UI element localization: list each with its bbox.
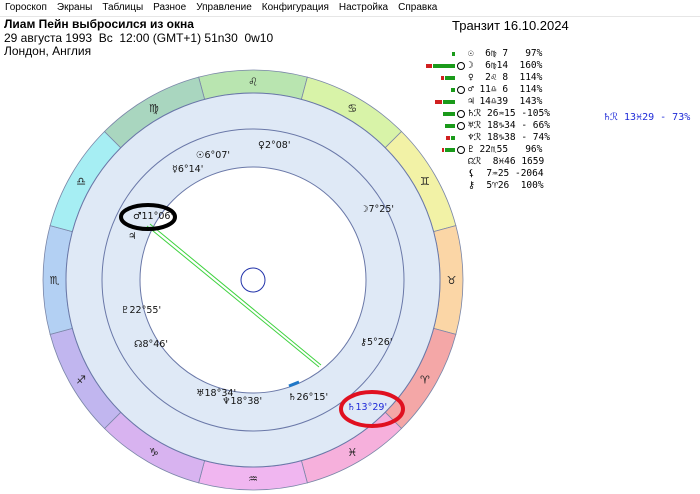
zodiac-sign-icon: ♒ [248,473,258,486]
zodiac-sign-icon: ♌ [248,76,258,89]
zodiac-sign-icon: ♍ [149,102,159,115]
transit-saturn-label: ♄13°29' [347,402,387,413]
zodiac-sign-icon: ♎ [76,175,86,188]
jupiter-mark: ♃ [128,231,137,242]
center-circle [240,267,266,293]
zodiac-sign-icon: ♑ [149,446,159,459]
chiron-label: ⚷5°26' [360,337,392,348]
venus-label: ♀2°08' [258,140,290,151]
zodiac-sign-icon: ♉ [447,274,457,287]
mars-label: ♂11°06' [133,211,173,222]
zodiac-sign-icon: ♏ [50,274,60,287]
zodiac-sign-icon: ♈ [420,373,430,386]
zodiac-sign-icon: ♐ [76,373,86,386]
neptune-label: ♆18°38' [222,396,262,407]
pluto-label: ♇22°55' [121,305,161,316]
node-label: ☊8°46' [134,339,168,350]
sun-label: ☉6°07' [196,150,230,161]
zodiac-sign-icon: ♓ [347,446,357,459]
mercury-label: ☿6°14' [172,164,203,175]
moon-label: ☽7°25' [360,204,394,215]
zodiac-sign-icon: ♊ [420,175,430,188]
zodiac-sign-icon: ♋ [347,102,357,115]
saturn-label: ♄26°15' [288,392,328,403]
natal-chart-wheel[interactable]: ♌ ♋ ♊ ♉ ♈ ♓ ♒ ♑ ♐ ♏ ♎ ♍ ☉6°07' ♀2°08' ☿6°14' ☽7°25' ♂11… [0,0,700,494]
